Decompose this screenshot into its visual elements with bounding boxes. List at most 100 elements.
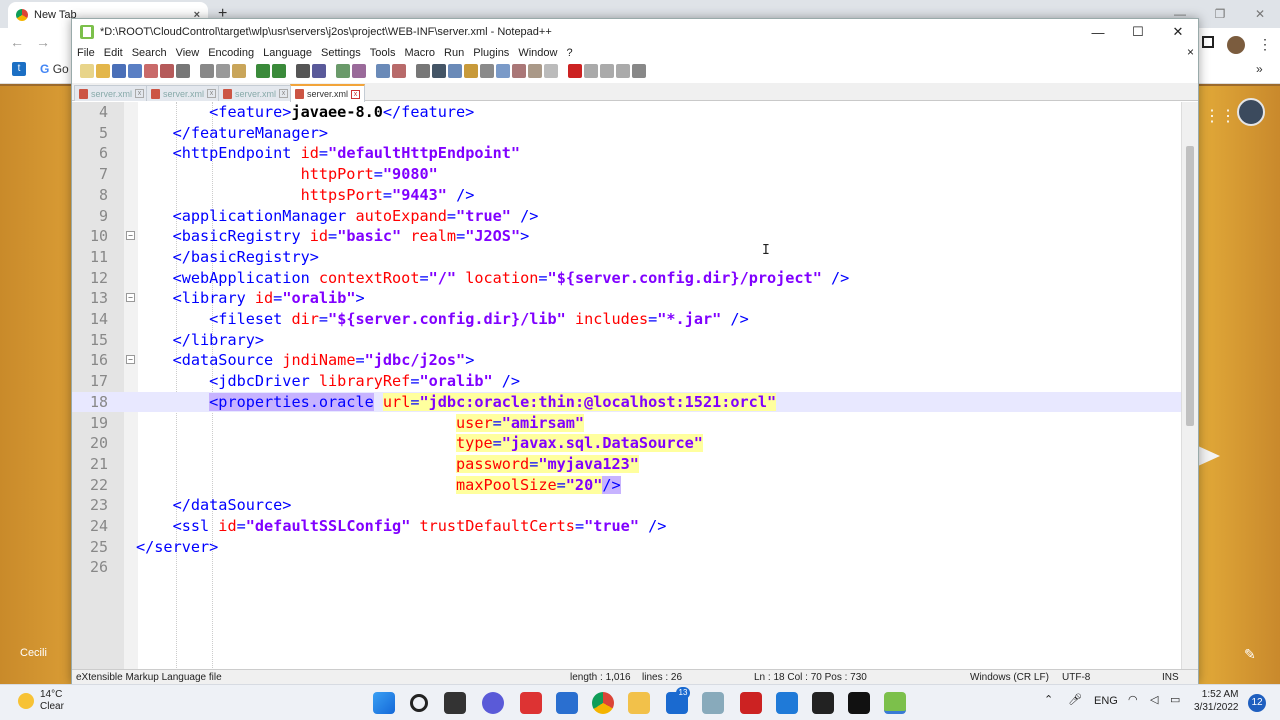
doc-list-icon[interactable]: [496, 64, 510, 78]
indent-guide-icon[interactable]: [448, 64, 462, 78]
code-line[interactable]: 20 type="javax.sql.DataSource": [72, 433, 1182, 454]
zoom-in-icon[interactable]: [336, 64, 350, 78]
show-all-chars-icon[interactable]: [432, 64, 446, 78]
fold-toggle-icon[interactable]: −: [126, 231, 135, 241]
save-macro-icon[interactable]: [632, 64, 646, 78]
print-icon[interactable]: [176, 64, 190, 78]
code-line[interactable]: 10− <basicRegistry id="basic" realm="J2O…: [72, 226, 1182, 247]
customize-link[interactable]: Cecili: [0, 643, 72, 663]
code-line[interactable]: 7 httpPort="9080": [72, 164, 1182, 185]
close-all-icon[interactable]: [160, 64, 174, 78]
udl-icon[interactable]: [464, 64, 478, 78]
wifi-icon[interactable]: ◠: [1128, 693, 1138, 706]
browser-menu-icon[interactable]: ⋮: [1258, 36, 1272, 53]
undo-icon[interactable]: [256, 64, 270, 78]
code-line[interactable]: 26: [72, 557, 1182, 578]
store-icon[interactable]: [556, 692, 578, 714]
edit-pencil-icon[interactable]: ✎: [1244, 646, 1256, 663]
file-tab[interactable]: server.xml x: [146, 85, 222, 101]
forward-icon[interactable]: →: [36, 34, 50, 50]
code-line[interactable]: 16 − <dataSource jndiName="jdbc/j2os">: [72, 350, 1182, 371]
page-profile-avatar[interactable]: [1237, 98, 1265, 126]
task-view-icon[interactable]: [444, 692, 466, 714]
scrollbar-thumb[interactable]: [1186, 146, 1194, 426]
code-editor[interactable]: 4 <feature>javaee-8.0</feature> 5 </featu…: [72, 102, 1182, 670]
browser-profile-avatar[interactable]: [1227, 36, 1245, 54]
intellij-icon[interactable]: [740, 692, 762, 714]
replace-icon[interactable]: [312, 64, 326, 78]
terminal-icon[interactable]: [848, 692, 870, 714]
function-list-icon[interactable]: [512, 64, 526, 78]
carousel-arrow-icon[interactable]: [1198, 446, 1220, 466]
code-line[interactable]: 9 <applicationManager autoExpand="true" …: [72, 206, 1182, 227]
monitoring-icon[interactable]: [544, 64, 558, 78]
code-line[interactable]: 4 <feature>javaee-8.0</feature>: [72, 102, 1182, 123]
code-line[interactable]: 8 httpsPort="9443" />: [72, 185, 1182, 206]
app-icon[interactable]: [520, 692, 542, 714]
code-line[interactable]: 6 <httpEndpoint id="defaultHttpEndpoint": [72, 143, 1182, 164]
bookmarks-overflow-icon[interactable]: »: [1256, 62, 1263, 76]
close-file-icon[interactable]: [144, 64, 158, 78]
code-line[interactable]: 5 </featureManager>: [72, 123, 1182, 144]
play-multiple-macro-icon[interactable]: [616, 64, 630, 78]
menu-run[interactable]: Run: [444, 47, 464, 59]
bookmark-t-icon[interactable]: t: [12, 62, 26, 76]
code-line[interactable]: 21 password="myjava123": [72, 454, 1182, 475]
menu-language[interactable]: Language: [263, 47, 312, 59]
save-all-icon[interactable]: [128, 64, 142, 78]
menu-window[interactable]: Window: [518, 47, 557, 59]
code-line[interactable]: 18 <properties.oracle url="jdbc:oracle:t…: [72, 391, 1182, 413]
recorder-icon[interactable]: [812, 692, 834, 714]
new-file-icon[interactable]: [80, 64, 94, 78]
record-macro-icon[interactable]: [568, 64, 582, 78]
zoom-out-icon[interactable]: [352, 64, 366, 78]
tab-close-icon[interactable]: x: [207, 89, 217, 98]
code-line[interactable]: 11 </basicRegistry>: [72, 247, 1182, 268]
play-macro-icon[interactable]: [600, 64, 614, 78]
notepadpp-taskbar-icon[interactable]: [884, 692, 906, 714]
file-tab[interactable]: server.xml x: [218, 85, 294, 101]
menu-settings[interactable]: Settings: [321, 47, 361, 59]
notepad-icon[interactable]: [776, 692, 798, 714]
menu-plugins[interactable]: Plugins: [473, 47, 509, 59]
search-icon[interactable]: [410, 694, 428, 712]
bookmark-google[interactable]: G Go: [40, 62, 69, 76]
doc-map-icon[interactable]: [480, 64, 494, 78]
save-icon[interactable]: [112, 64, 126, 78]
code-line[interactable]: 19 user="amirsam": [72, 413, 1182, 434]
word-wrap-icon[interactable]: [416, 64, 430, 78]
weather-widget[interactable]: 14°C Clear: [18, 689, 64, 713]
menu-tools[interactable]: Tools: [370, 47, 396, 59]
tab-close-icon[interactable]: x: [279, 89, 289, 98]
find-icon[interactable]: [296, 64, 310, 78]
menu-view[interactable]: View: [176, 47, 200, 59]
code-line[interactable]: 25 </server>: [72, 537, 1182, 558]
open-file-icon[interactable]: [96, 64, 110, 78]
code-line[interactable]: 23 </dataSource>: [72, 495, 1182, 516]
close-document-icon[interactable]: ×: [1187, 45, 1194, 59]
vertical-scrollbar[interactable]: [1181, 102, 1198, 670]
paste-icon[interactable]: [232, 64, 246, 78]
code-line[interactable]: 22 maxPoolSize="20"/>: [72, 475, 1182, 496]
chrome-icon[interactable]: [592, 692, 614, 714]
file-tab-active[interactable]: server.xml x: [290, 84, 366, 102]
tab-close-icon[interactable]: x: [351, 89, 361, 99]
notification-count[interactable]: 12: [1248, 694, 1266, 712]
battery-icon[interactable]: ▭: [1170, 693, 1180, 706]
fold-toggle-icon[interactable]: −: [126, 355, 135, 365]
maximize-button[interactable]: ☐: [1118, 19, 1158, 45]
redo-icon[interactable]: [272, 64, 286, 78]
code-line[interactable]: 13 − <library id="oralib">: [72, 288, 1182, 309]
stop-macro-icon[interactable]: [584, 64, 598, 78]
menu-encoding[interactable]: Encoding: [208, 47, 254, 59]
code-line[interactable]: 12 <webApplication contextRoot="/" locat…: [72, 268, 1182, 289]
folder-workspace-icon[interactable]: [528, 64, 542, 78]
language-indicator[interactable]: ENG: [1094, 695, 1118, 707]
back-icon[interactable]: ←: [10, 34, 24, 50]
cut-icon[interactable]: [200, 64, 214, 78]
sync-h-icon[interactable]: [392, 64, 406, 78]
sync-v-icon[interactable]: [376, 64, 390, 78]
code-line[interactable]: 24 <ssl id="defaultSSLConfig" trustDefau…: [72, 516, 1182, 537]
tray-chevron-icon[interactable]: ⌃: [1044, 693, 1053, 706]
code-line[interactable]: 17 <jdbcDriver libraryRef="oralib" />: [72, 371, 1182, 392]
